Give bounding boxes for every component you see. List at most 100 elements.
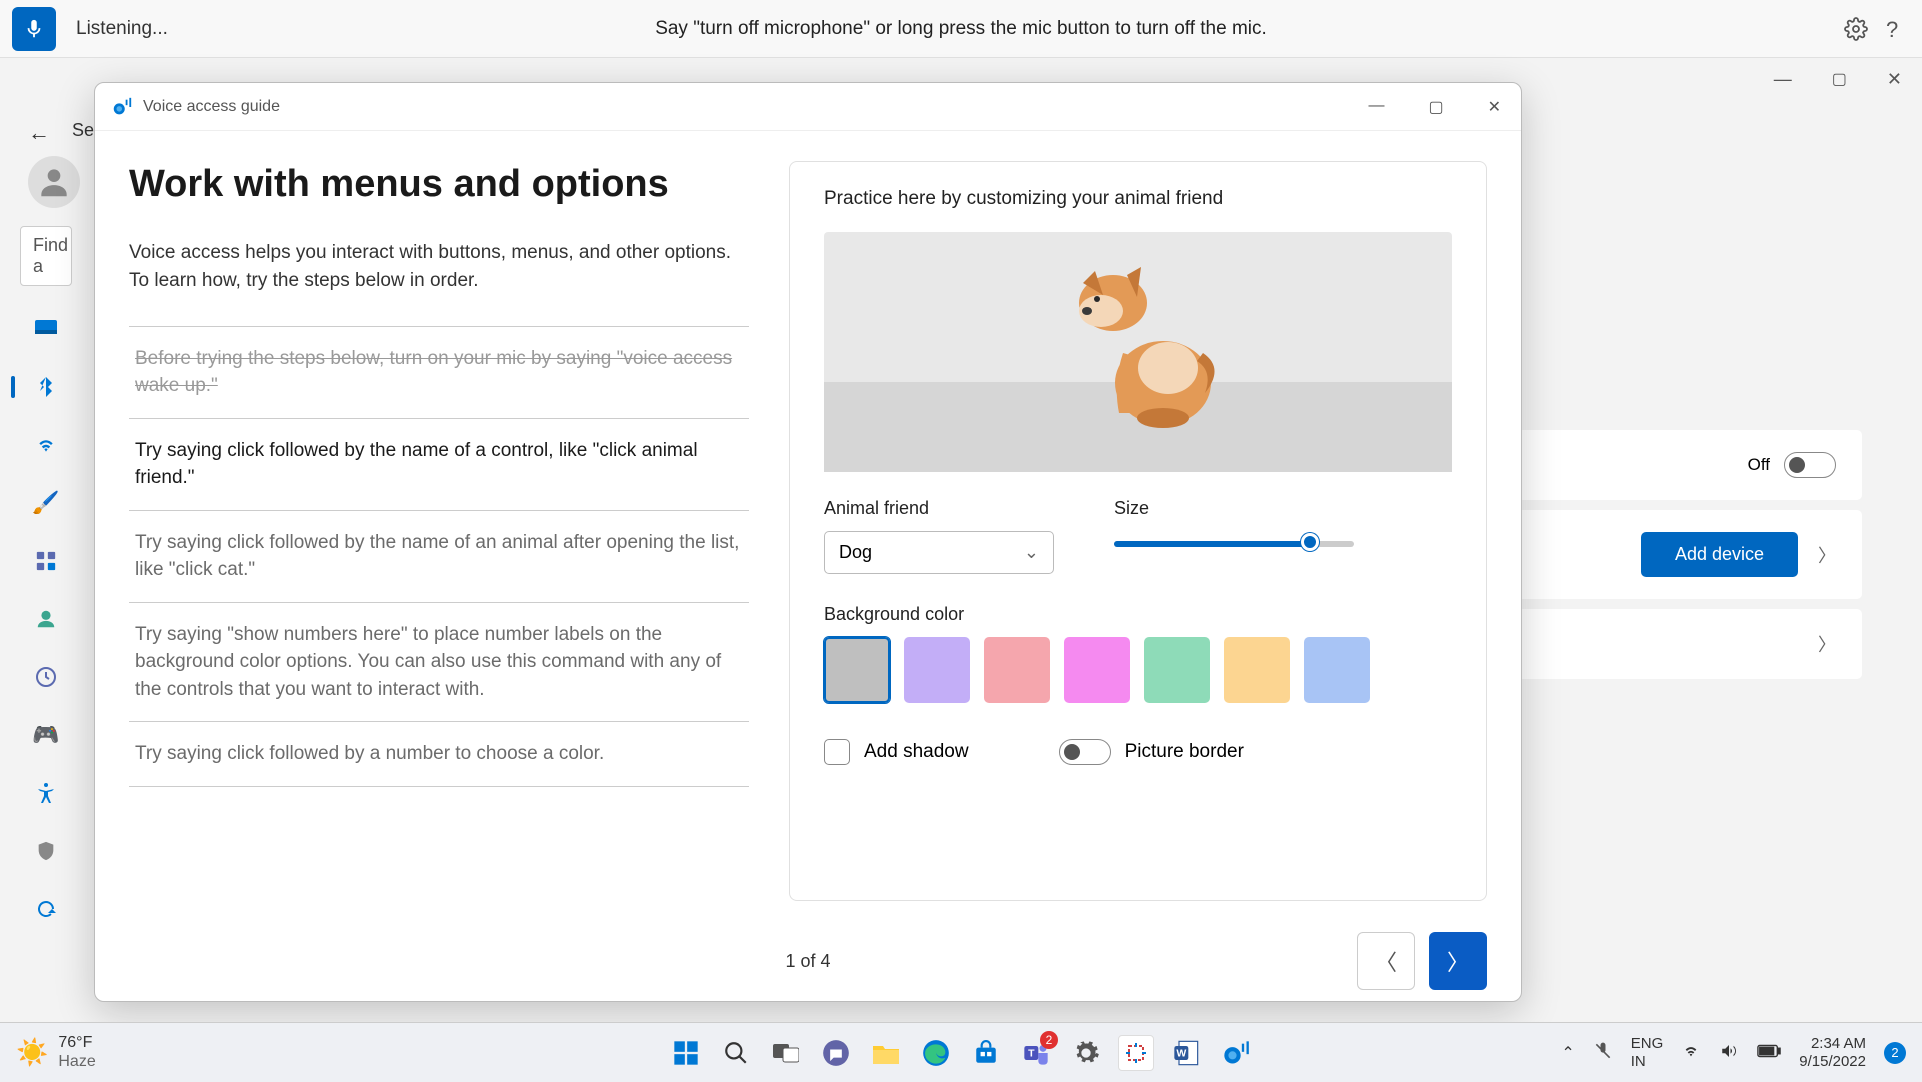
size-label: Size	[1114, 498, 1452, 519]
color-swatch[interactable]	[824, 637, 890, 703]
dropdown-value: Dog	[839, 542, 872, 563]
weather-cond: Haze	[58, 1053, 95, 1071]
next-button[interactable]: 〉	[1429, 932, 1487, 990]
add-device-button[interactable]: Add device	[1641, 532, 1798, 577]
maximize-icon[interactable]: ▢	[1428, 97, 1443, 117]
edge-icon[interactable]	[918, 1035, 954, 1071]
animal-friend-label: Animal friend	[824, 498, 1054, 519]
toggle-state: Off	[1748, 455, 1770, 475]
system-icon[interactable]	[33, 316, 59, 342]
guide-step: Try saying click followed by the name of…	[129, 419, 749, 511]
guide-step: Try saying "show numbers here" to place …	[129, 603, 749, 723]
close-icon[interactable]: ✕	[1887, 69, 1902, 90]
svg-text:T: T	[1028, 1047, 1035, 1059]
animal-friend-dropdown[interactable]: Dog ⌄	[824, 531, 1054, 574]
mic-muted-icon[interactable]	[1593, 1041, 1613, 1065]
minimize-icon[interactable]: —	[1368, 97, 1384, 117]
notification-badge[interactable]: 2	[1884, 1042, 1906, 1064]
clock[interactable]: 2:34 AM 9/15/2022	[1799, 1035, 1866, 1071]
chevron-right-icon: 〉	[1818, 542, 1836, 568]
wifi-icon[interactable]	[1681, 1043, 1701, 1063]
toggle-switch[interactable]	[1784, 452, 1836, 478]
voice-access-guide-window: Voice access guide — ▢ ✕ Work with menus…	[94, 82, 1522, 1002]
voice-status: Listening...	[76, 18, 168, 40]
explorer-icon[interactable]	[868, 1035, 904, 1071]
minimize-icon[interactable]: —	[1774, 69, 1792, 90]
user-avatar[interactable]	[28, 156, 80, 208]
color-swatch[interactable]	[904, 637, 970, 703]
svg-text:W: W	[1176, 1047, 1186, 1059]
voice-hint: Say "turn off microphone" or long press …	[655, 18, 1267, 40]
taskbar-center: T2 W	[668, 1035, 1254, 1071]
person-icon	[35, 163, 73, 201]
bg-color-label: Background color	[824, 604, 1452, 625]
page-indicator: 1 of 4	[785, 951, 830, 972]
close-icon[interactable]: ✕	[1488, 97, 1501, 117]
accounts-icon[interactable]	[33, 606, 59, 632]
teams-icon[interactable]: T2	[1018, 1035, 1054, 1071]
maximize-icon[interactable]: ▢	[1832, 69, 1847, 89]
color-swatch[interactable]	[1064, 637, 1130, 703]
personalization-icon[interactable]: 🖌️	[33, 490, 59, 516]
chevron-right-icon: 〉	[1818, 631, 1836, 657]
color-swatches	[824, 637, 1452, 703]
task-view-icon[interactable]	[768, 1035, 804, 1071]
snipping-tool-icon[interactable]	[1118, 1035, 1154, 1071]
tray-chevron-icon[interactable]: ⌃	[1561, 1043, 1574, 1063]
voice-access-app-icon	[111, 96, 133, 118]
picture-border-label: Picture border	[1125, 741, 1244, 763]
volume-icon[interactable]	[1719, 1042, 1739, 1064]
taskbar: ☀️ 76°F Haze T2 W ⌃ ENG IN 2:34 AM 9/15/…	[0, 1022, 1922, 1082]
add-shadow-checkbox[interactable]	[824, 739, 850, 765]
gaming-icon[interactable]: 🎮	[33, 722, 59, 748]
start-button[interactable]	[668, 1035, 704, 1071]
guide-footer: 1 of 4 〈 〉	[95, 921, 1521, 1001]
dog-illustration	[1053, 253, 1223, 438]
weather-widget[interactable]: ☀️ 76°F Haze	[16, 1034, 96, 1071]
accessibility-icon[interactable]	[33, 780, 59, 806]
voice-access-icon[interactable]	[1218, 1035, 1254, 1071]
teams-badge: 2	[1040, 1031, 1058, 1049]
voice-access-bar: Listening... Say "turn off microphone" o…	[0, 0, 1922, 58]
store-icon[interactable]	[968, 1035, 1004, 1071]
network-icon[interactable]	[33, 432, 59, 458]
color-swatch[interactable]	[1304, 637, 1370, 703]
prev-button[interactable]: 〈	[1357, 932, 1415, 990]
practice-hint: Practice here by customizing your animal…	[824, 188, 1452, 210]
apps-icon[interactable]	[33, 548, 59, 574]
guide-steps-list: Before trying the steps below, turn on y…	[129, 326, 749, 787]
time-icon[interactable]	[33, 664, 59, 690]
color-swatch[interactable]	[1144, 637, 1210, 703]
language-indicator[interactable]: ENG IN	[1631, 1035, 1664, 1070]
guide-step: Before trying the steps below, turn on y…	[129, 326, 749, 419]
battery-icon[interactable]	[1757, 1044, 1781, 1062]
search-icon[interactable]	[718, 1035, 754, 1071]
update-icon[interactable]	[33, 896, 59, 922]
help-icon[interactable]: ?	[1886, 17, 1910, 41]
color-swatch[interactable]	[1224, 637, 1290, 703]
practice-panel: Practice here by customizing your animal…	[789, 161, 1487, 901]
animal-preview	[824, 232, 1452, 472]
guide-intro: Voice access helps you interact with but…	[129, 239, 749, 296]
bluetooth-icon[interactable]	[33, 374, 59, 400]
chevron-down-icon: ⌄	[1024, 542, 1039, 563]
guide-titlebar[interactable]: Voice access guide — ▢ ✕	[95, 83, 1521, 131]
picture-border-toggle[interactable]	[1059, 739, 1111, 765]
guide-step: Try saying click followed by the name of…	[129, 511, 749, 603]
find-setting-input[interactable]: Find a	[20, 226, 72, 286]
chat-icon[interactable]	[818, 1035, 854, 1071]
color-swatch[interactable]	[984, 637, 1050, 703]
word-icon[interactable]: W	[1168, 1035, 1204, 1071]
guide-title-text: Voice access guide	[143, 98, 280, 116]
settings-icon[interactable]	[1844, 17, 1868, 41]
guide-heading: Work with menus and options	[129, 161, 749, 209]
weather-temp: 76°F	[58, 1034, 95, 1052]
mic-icon	[23, 18, 45, 40]
settings-app-icon[interactable]	[1068, 1035, 1104, 1071]
guide-step: Try saying click followed by a number to…	[129, 722, 749, 787]
mic-button[interactable]	[12, 7, 56, 51]
size-slider[interactable]	[1114, 541, 1354, 547]
slider-thumb[interactable]	[1301, 533, 1319, 551]
add-shadow-label: Add shadow	[864, 741, 969, 763]
privacy-icon[interactable]	[33, 838, 59, 864]
